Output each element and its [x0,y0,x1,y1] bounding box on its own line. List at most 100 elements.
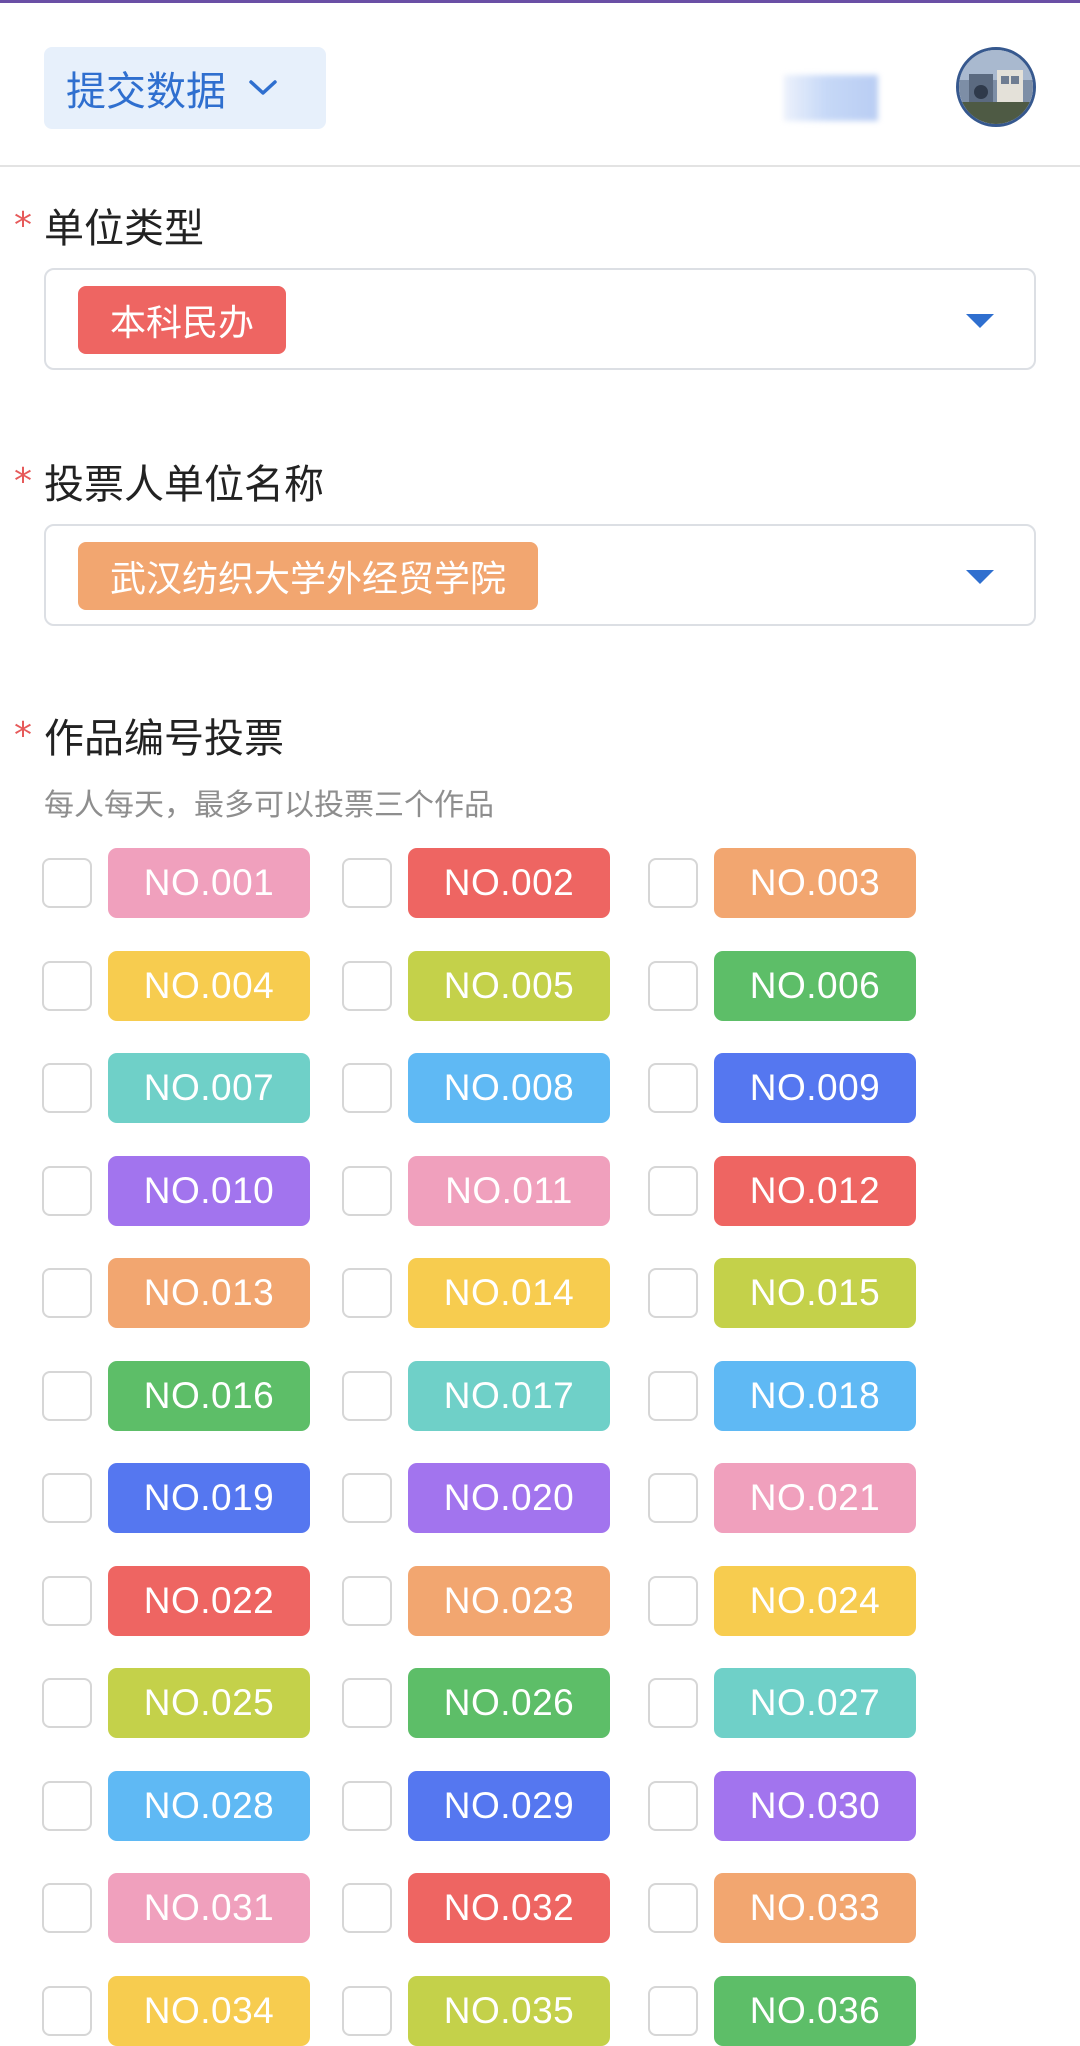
vote-option-tag[interactable]: NO.003 [714,848,916,918]
vote-option[interactable]: NO.027 [648,1668,916,1738]
vote-checkbox[interactable] [342,960,392,1011]
vote-option[interactable]: NO.011 [342,1155,610,1226]
vote-option-tag[interactable]: NO.033 [714,1873,916,1943]
vote-option-tag[interactable]: NO.005 [408,950,610,1021]
vote-option[interactable]: NO.025 [42,1668,310,1738]
vote-option[interactable]: NO.010 [42,1155,310,1226]
vote-option-tag[interactable]: NO.027 [714,1668,916,1738]
vote-option-tag[interactable]: NO.009 [714,1053,916,1123]
vote-checkbox[interactable] [42,1268,92,1318]
vote-option-tag[interactable]: NO.018 [714,1360,916,1431]
vote-checkbox[interactable] [342,1985,392,2036]
vote-option[interactable]: NO.008 [342,1053,610,1123]
vote-option[interactable]: NO.014 [342,1258,610,1328]
vote-checkbox[interactable] [342,1883,392,1933]
vote-option-tag[interactable]: NO.013 [108,1258,310,1328]
vote-checkbox[interactable] [648,1883,698,1933]
vote-option-tag[interactable]: NO.014 [408,1258,610,1328]
vote-checkbox[interactable] [342,1678,392,1728]
vote-option-tag[interactable]: NO.035 [408,1975,610,2046]
vote-option-tag[interactable]: NO.031 [108,1873,310,1943]
vote-checkbox[interactable] [342,1780,392,1831]
vote-option[interactable]: NO.034 [42,1975,310,2046]
vote-option[interactable]: NO.007 [42,1053,310,1123]
vote-option[interactable]: NO.023 [342,1565,610,1636]
vote-checkbox[interactable] [648,1063,698,1113]
vote-checkbox[interactable] [42,1678,92,1728]
vote-checkbox[interactable] [42,1575,92,1626]
vote-option[interactable]: NO.018 [648,1360,916,1431]
vote-option[interactable]: NO.016 [42,1360,310,1431]
vote-option-tag[interactable]: NO.024 [714,1565,916,1636]
vote-option[interactable]: NO.024 [648,1565,916,1636]
vote-option-tag[interactable]: NO.029 [408,1770,610,1841]
vote-option[interactable]: NO.002 [342,848,610,918]
vote-checkbox[interactable] [648,1780,698,1831]
vote-checkbox[interactable] [648,1575,698,1626]
vote-option[interactable]: NO.019 [42,1463,310,1533]
vote-option-tag[interactable]: NO.020 [408,1463,610,1533]
vote-option-tag[interactable]: NO.026 [408,1668,610,1738]
vote-checkbox[interactable] [42,1780,92,1831]
vote-checkbox[interactable] [648,1985,698,2036]
vote-option-tag[interactable]: NO.030 [714,1770,916,1841]
vote-option-tag[interactable]: NO.023 [408,1565,610,1636]
vote-option-tag[interactable]: NO.034 [108,1975,310,2046]
vote-option-tag[interactable]: NO.001 [108,848,310,918]
submit-data-button[interactable]: 提交数据 [44,47,326,129]
avatar[interactable] [956,47,1036,127]
unit-name-select[interactable]: 武汉纺织大学外经贸学院 [44,524,1036,626]
vote-option[interactable]: NO.032 [342,1873,610,1943]
vote-checkbox[interactable] [648,1165,698,1216]
vote-checkbox[interactable] [42,1883,92,1933]
vote-checkbox[interactable] [648,1268,698,1318]
vote-option[interactable]: NO.021 [648,1463,916,1533]
vote-checkbox[interactable] [648,1473,698,1523]
vote-option-tag[interactable]: NO.036 [714,1975,916,2046]
vote-option-tag[interactable]: NO.015 [714,1258,916,1328]
vote-option-tag[interactable]: NO.002 [408,848,610,918]
vote-option[interactable]: NO.035 [342,1975,610,2046]
vote-option-tag[interactable]: NO.016 [108,1360,310,1431]
vote-checkbox[interactable] [42,1063,92,1113]
vote-option-tag[interactable]: NO.032 [408,1873,610,1943]
vote-checkbox[interactable] [648,1678,698,1728]
vote-option[interactable]: NO.015 [648,1258,916,1328]
vote-option[interactable]: NO.036 [648,1975,916,2046]
vote-option[interactable]: NO.029 [342,1770,610,1841]
vote-option[interactable]: NO.006 [648,950,916,1021]
vote-option[interactable]: NO.026 [342,1668,610,1738]
vote-option[interactable]: NO.028 [42,1770,310,1841]
unit-type-select[interactable]: 本科民办 [44,268,1036,370]
vote-option[interactable]: NO.009 [648,1053,916,1123]
vote-option[interactable]: NO.005 [342,950,610,1021]
vote-checkbox[interactable] [42,1473,92,1523]
vote-option-tag[interactable]: NO.008 [408,1053,610,1123]
vote-option[interactable]: NO.022 [42,1565,310,1636]
vote-checkbox[interactable] [42,858,92,908]
vote-option[interactable]: NO.033 [648,1873,916,1943]
vote-option[interactable]: NO.004 [42,950,310,1021]
vote-option-tag[interactable]: NO.004 [108,950,310,1021]
vote-option[interactable]: NO.003 [648,848,916,918]
vote-option-tag[interactable]: NO.011 [408,1155,610,1226]
vote-option[interactable]: NO.012 [648,1155,916,1226]
vote-option[interactable]: NO.030 [648,1770,916,1841]
vote-option[interactable]: NO.017 [342,1360,610,1431]
vote-checkbox[interactable] [42,1370,92,1421]
vote-checkbox[interactable] [342,1063,392,1113]
vote-option-tag[interactable]: NO.010 [108,1155,310,1226]
vote-option[interactable]: NO.013 [42,1258,310,1328]
vote-checkbox[interactable] [342,1268,392,1318]
vote-checkbox[interactable] [648,858,698,908]
vote-checkbox[interactable] [342,1575,392,1626]
vote-checkbox[interactable] [42,1985,92,2036]
vote-option-tag[interactable]: NO.028 [108,1770,310,1841]
vote-option-tag[interactable]: NO.021 [714,1463,916,1533]
vote-checkbox[interactable] [648,960,698,1011]
vote-option-tag[interactable]: NO.025 [108,1668,310,1738]
vote-option[interactable]: NO.031 [42,1873,310,1943]
vote-checkbox[interactable] [42,960,92,1011]
vote-option[interactable]: NO.001 [42,848,310,918]
vote-checkbox[interactable] [342,1473,392,1523]
